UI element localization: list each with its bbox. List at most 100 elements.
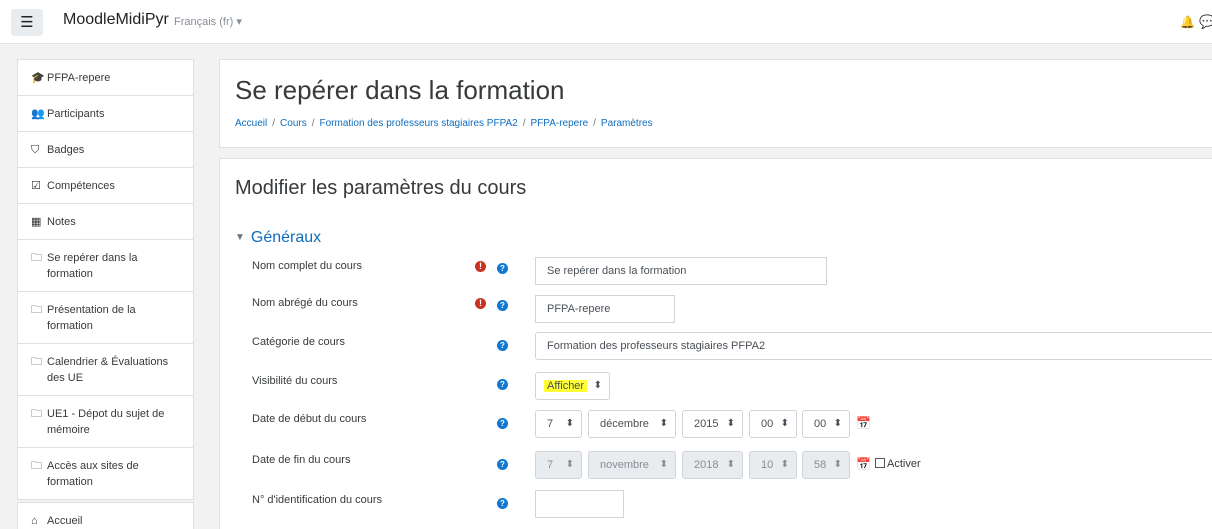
enddate-day-select[interactable]: 7 ⬍ xyxy=(535,451,582,479)
folder-icon: 🗀 xyxy=(31,356,42,368)
sidebar-item-home[interactable]: ⌂ Accueil xyxy=(18,503,193,529)
sidebar-item-label: Compétences xyxy=(47,180,115,192)
help-icon[interactable]: ? xyxy=(497,459,508,470)
graduation-cap-icon: 🎓 xyxy=(31,72,45,84)
select-arrows-icon: ⬍ xyxy=(565,459,574,470)
sidebar-item-course[interactable]: 🎓 PFPA-repere xyxy=(18,60,193,96)
startdate-label: Date de début du cours xyxy=(252,413,367,425)
breadcrumb-separator: / xyxy=(593,118,596,129)
fullname-label: Nom complet du cours xyxy=(252,260,363,272)
select-arrows-icon: ⬍ xyxy=(780,459,789,470)
section-general-toggle[interactable]: ▼ Généraux xyxy=(235,229,321,247)
language-menu[interactable]: Français (fr) ▾ xyxy=(174,15,242,28)
help-icon[interactable]: ? xyxy=(497,300,508,311)
sidebar-item-label: Calendrier & Évaluations des UE xyxy=(47,356,169,384)
enddate-year-select[interactable]: 2018 ⬍ xyxy=(682,451,743,479)
sidebar-item-label: Badges xyxy=(47,144,85,156)
startdate-day-select[interactable]: 7 ⬍ xyxy=(535,410,582,438)
sidebar-item-section-4[interactable]: 🗀 UE1 - Dépot du sujet de mémoire xyxy=(18,396,193,448)
sidebar-item-section-3[interactable]: 🗀 Calendrier & Évaluations des UE xyxy=(18,344,193,396)
required-icon: ! xyxy=(475,298,486,309)
menu-toggle-button[interactable]: ☰ xyxy=(11,9,43,36)
sidebar-item-label: Accueil xyxy=(47,515,83,527)
enddate-minute-select[interactable]: 58 ⬍ xyxy=(802,451,850,479)
sidebar-item-notes[interactable]: ▦ Notes xyxy=(18,204,193,240)
hamburger-icon: ☰ xyxy=(20,14,34,31)
shortname-input[interactable]: PFPA-repere xyxy=(535,295,675,323)
select-value: novembre xyxy=(600,459,649,471)
sidebar-item-label: Notes xyxy=(47,216,76,228)
chat-icon[interactable]: 💬 xyxy=(1199,14,1212,30)
site-name[interactable]: MoodleMidiPyr xyxy=(63,11,169,29)
calendar-icon[interactable]: 📅 xyxy=(856,457,871,471)
select-arrows-icon: ⬍ xyxy=(565,418,574,429)
idnumber-label: N° d'identification du cours xyxy=(252,494,383,506)
table-icon: ▦ xyxy=(31,216,42,228)
visibility-select[interactable]: Afficher ⬍ xyxy=(535,372,610,400)
bell-icon[interactable]: 🔔 xyxy=(1180,15,1195,29)
select-value: 7 xyxy=(547,459,554,471)
sidebar-item-label: UE1 - Dépot du sujet de mémoire xyxy=(47,408,165,436)
select-arrows-icon: ⬍ xyxy=(726,418,735,429)
select-value: 2018 xyxy=(694,459,719,471)
folder-icon: 🗀 xyxy=(31,304,42,316)
enddate-enable-checkbox[interactable]: Activer xyxy=(875,458,921,470)
select-value: 2015 xyxy=(694,418,719,430)
visibility-select-value: Afficher xyxy=(544,380,588,392)
breadcrumb-link[interactable]: Formation des professeurs stagiaires PFP… xyxy=(320,118,518,129)
select-arrows-icon: ⬍ xyxy=(659,418,668,429)
sidebar-item-section-5[interactable]: 🗀 Accès aux sites de formation xyxy=(18,448,193,499)
breadcrumb-separator: / xyxy=(522,118,526,129)
category-label: Catégorie de cours xyxy=(252,336,345,348)
select-arrows-icon: ⬍ xyxy=(593,380,602,391)
select-arrows-icon: ⬍ xyxy=(659,459,668,470)
startdate-month-select[interactable]: décembre ⬍ xyxy=(588,410,676,438)
help-icon[interactable]: ? xyxy=(497,340,508,351)
calendar-icon[interactable]: 📅 xyxy=(856,416,871,430)
enddate-hour-select[interactable]: 10 ⬍ xyxy=(749,451,797,479)
startdate-year-select[interactable]: 2015 ⬍ xyxy=(682,410,743,438)
home-icon: ⌂ xyxy=(31,515,38,527)
help-icon[interactable]: ? xyxy=(497,418,508,429)
page-title: Se repérer dans la formation xyxy=(235,75,565,105)
course-sidebar: 🎓 PFPA-repere 👥 Participants ⛉ Badges ☑ Comp… xyxy=(17,59,194,500)
help-icon[interactable]: ? xyxy=(497,498,508,509)
select-value: 00 xyxy=(814,418,827,430)
sidebar-item-badges[interactable]: ⛉ Badges xyxy=(18,132,193,168)
help-icon[interactable]: ? xyxy=(497,379,508,390)
sidebar-item-participants[interactable]: 👥 Participants xyxy=(18,96,193,132)
sidebar-item-label: Présentation de la formation xyxy=(47,304,136,332)
category-select[interactable]: Formation des professeurs stagiaires PFP… xyxy=(535,332,1212,360)
sidebar-item-section-2[interactable]: 🗀 Présentation de la formation xyxy=(18,292,193,344)
select-value: 7 xyxy=(547,418,554,430)
sidebar-item-section-1[interactable]: 🗀 Se repérer dans la formation xyxy=(18,240,193,292)
form-title: Modifier les paramètres du cours xyxy=(235,177,527,199)
page-header: Se repérer dans la formation Accueil / Cou… xyxy=(219,59,1212,148)
sidebar-item-label: Accès aux sites de formation xyxy=(47,460,139,488)
folder-icon: 🗀 xyxy=(31,252,42,264)
select-value: 58 xyxy=(814,459,827,471)
breadcrumb-link[interactable]: Accueil xyxy=(235,118,267,129)
checkbox-box[interactable] xyxy=(875,458,885,468)
sidebar-item-competences[interactable]: ☑ Compétences xyxy=(18,168,193,204)
folder-icon: 🗀 xyxy=(31,408,42,420)
sidebar-item-label: Se repérer dans la formation xyxy=(47,252,138,280)
help-icon[interactable]: ? xyxy=(497,263,508,274)
breadcrumb-link[interactable]: Cours xyxy=(280,118,307,129)
folder-icon: 🗀 xyxy=(31,460,42,472)
category-select-value: Formation des professeurs stagiaires PFP… xyxy=(547,340,766,352)
select-arrows-icon: ⬍ xyxy=(833,459,842,470)
shortname-label: Nom abrégé du cours xyxy=(252,297,358,309)
breadcrumb: Accueil / Cours / Formation des professeurs … xyxy=(235,118,653,129)
breadcrumb-separator: / xyxy=(311,118,315,129)
breadcrumb-link[interactable]: Paramètres xyxy=(601,118,653,129)
shield-icon: ⛉ xyxy=(31,144,40,156)
enddate-month-select[interactable]: novembre ⬍ xyxy=(588,451,676,479)
breadcrumb-link[interactable]: PFPA-repere xyxy=(531,118,589,129)
startdate-hour-select[interactable]: 00 ⬍ xyxy=(749,410,797,438)
select-arrows-icon: ⬍ xyxy=(726,459,735,470)
fullname-input[interactable]: Se repérer dans la formation xyxy=(535,257,827,285)
sidebar-item-label: PFPA-repere xyxy=(47,72,111,84)
idnumber-input[interactable] xyxy=(535,490,624,518)
startdate-minute-select[interactable]: 00 ⬍ xyxy=(802,410,850,438)
